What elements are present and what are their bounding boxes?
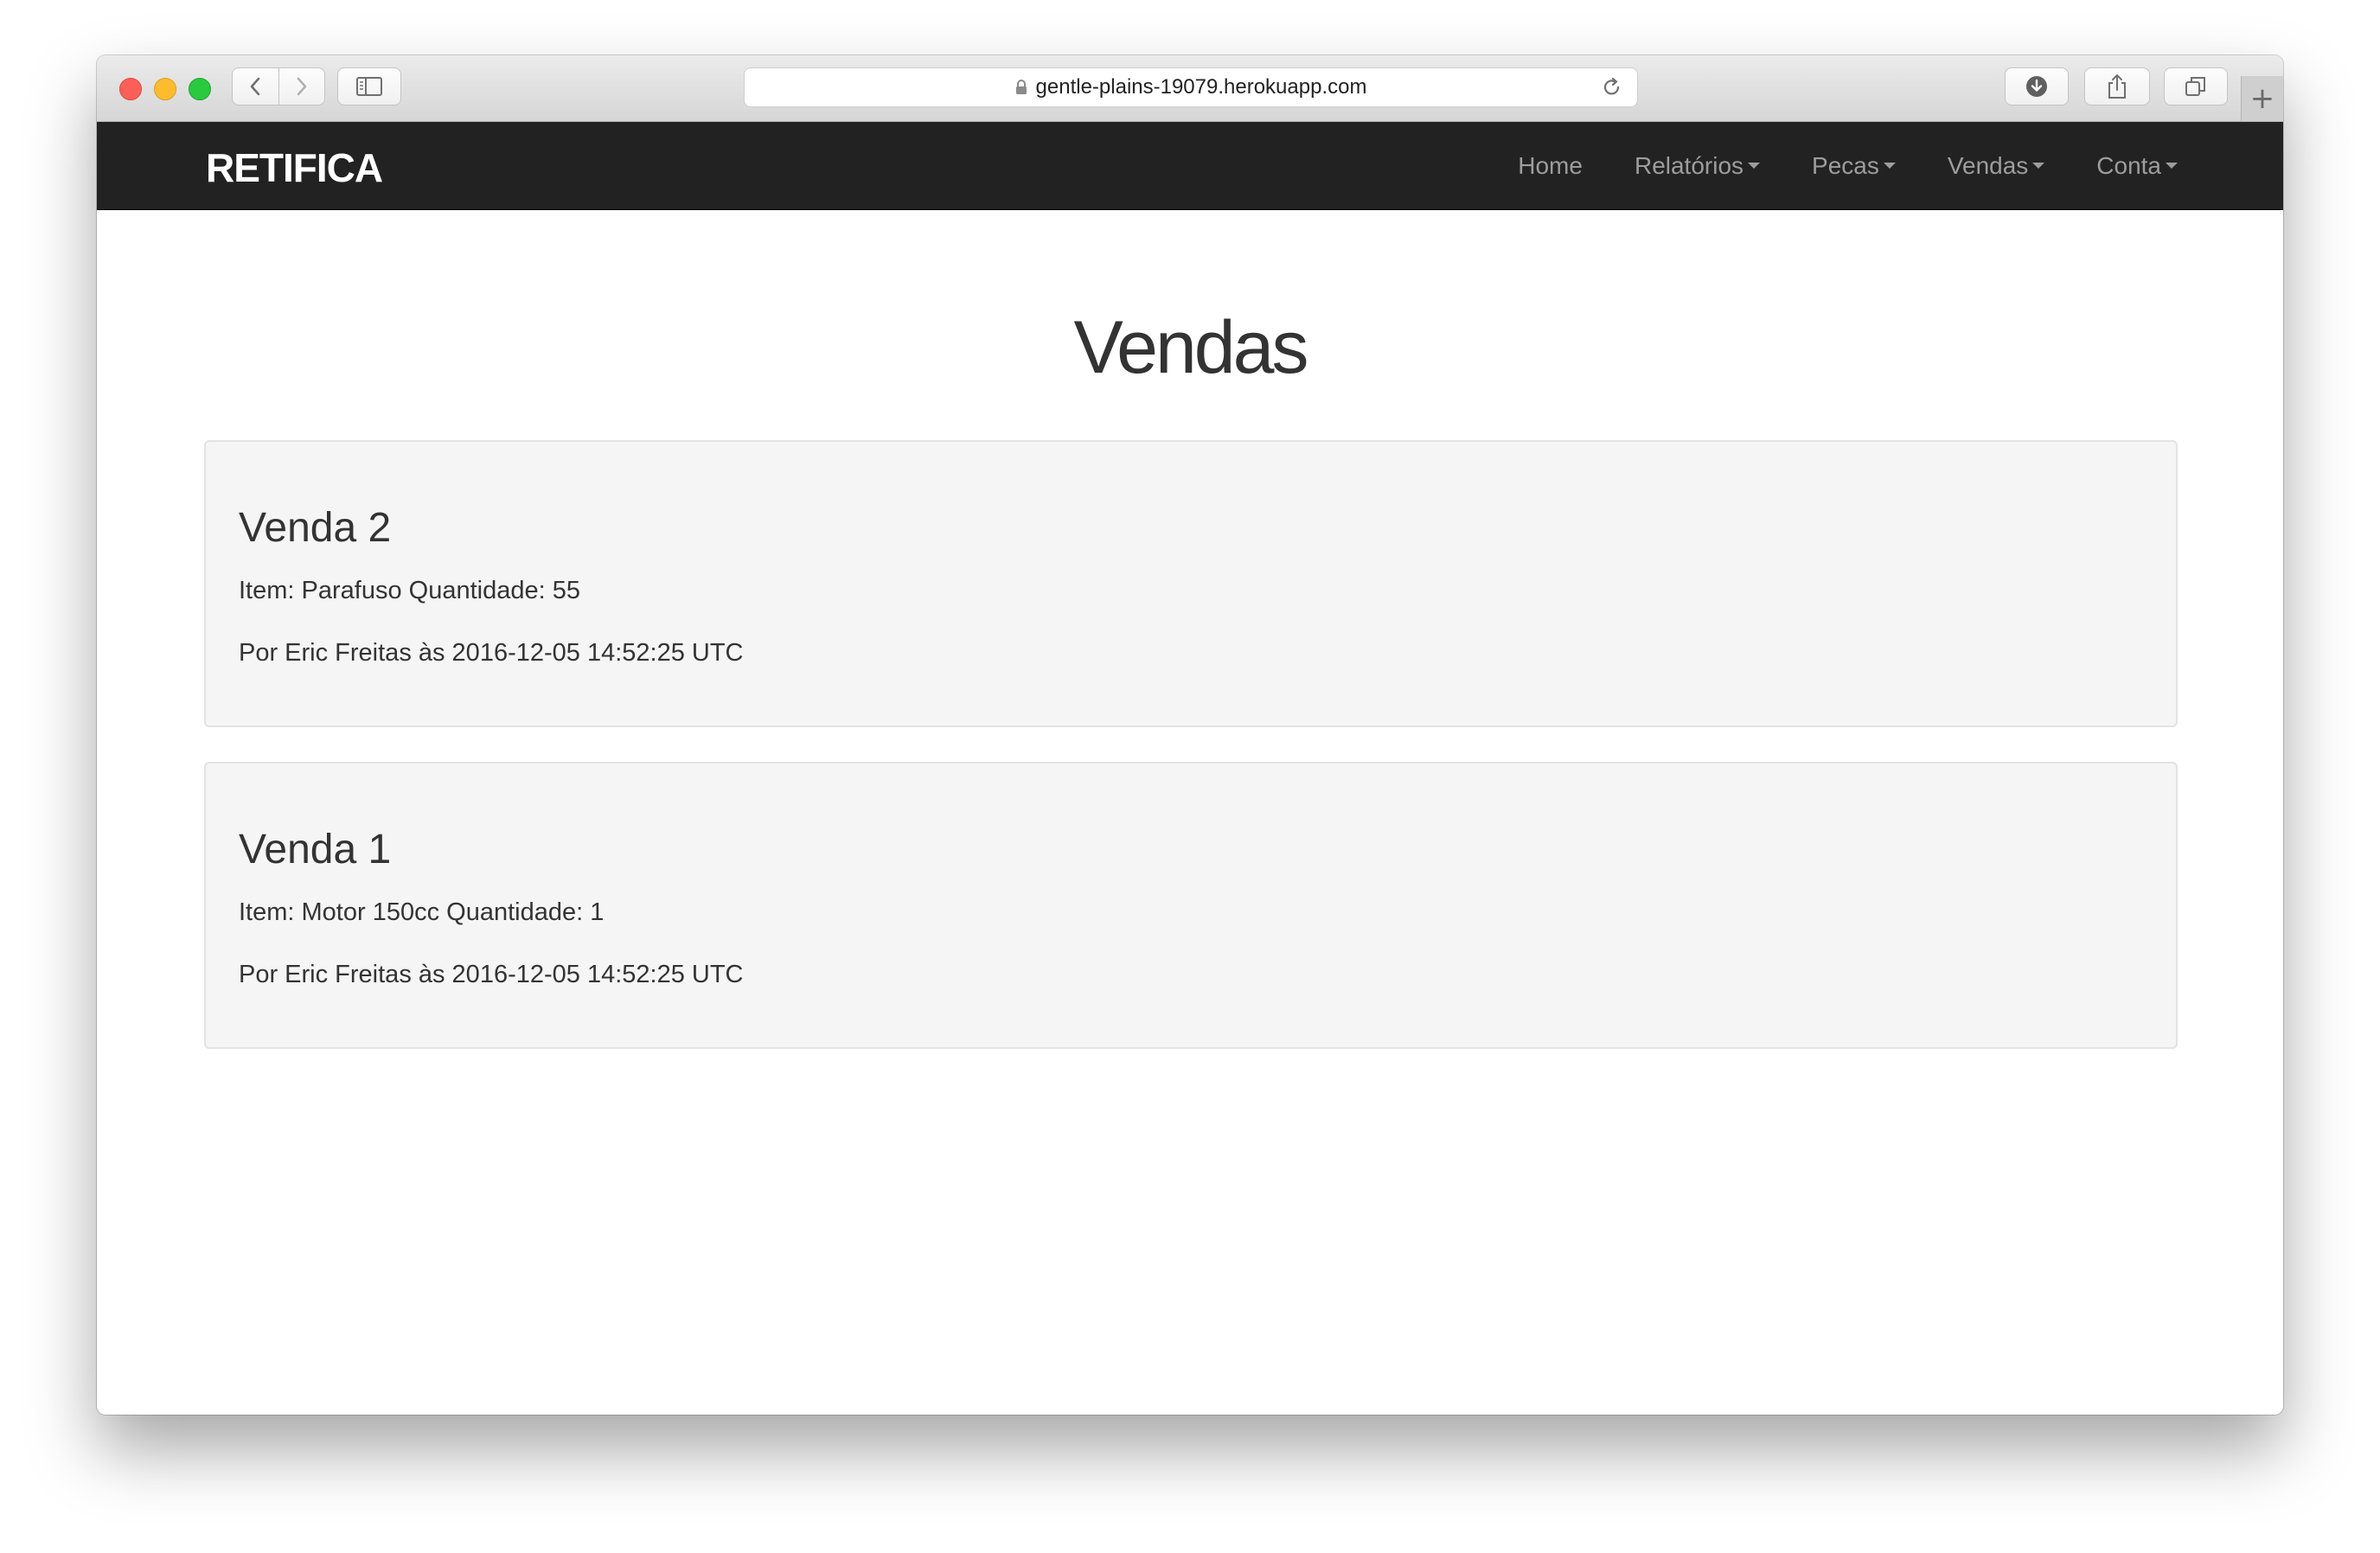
nav-item-vendas[interactable]: Vendas bbox=[1947, 151, 2045, 180]
nav-item-label: Pecas bbox=[1812, 151, 1879, 179]
page-title: Vendas bbox=[1073, 306, 1309, 389]
sidebar-icon bbox=[356, 77, 382, 96]
back-button[interactable] bbox=[233, 68, 278, 105]
minimize-window-button[interactable] bbox=[154, 78, 176, 100]
screen: gentle-plains-19079.herokuapp.com + RETI… bbox=[0, 0, 2380, 1553]
close-window-button[interactable] bbox=[119, 78, 142, 100]
nav-item-label: Conta bbox=[2096, 151, 2161, 179]
chevron-right-icon bbox=[297, 77, 306, 96]
share-icon bbox=[2108, 74, 2126, 99]
nav-item-relatorios[interactable]: Relatórios bbox=[1634, 151, 1761, 180]
zoom-window-button[interactable] bbox=[189, 78, 211, 100]
sale-title: Venda 1 bbox=[239, 827, 392, 872]
new-tab-button[interactable]: + bbox=[2241, 76, 2283, 121]
sale-card: Venda 1 Item: Motor 150cc Quantidade: 1 … bbox=[204, 762, 2178, 1049]
caret-down-icon bbox=[1883, 163, 1896, 169]
site-navbar: RETIFICA Home Relatórios Pecas Vendas Co… bbox=[97, 122, 2283, 210]
browser-window: gentle-plains-19079.herokuapp.com + RETI… bbox=[97, 55, 2283, 1415]
brand-logo[interactable]: RETIFICA bbox=[206, 144, 383, 191]
sale-by-line: Por Eric Freitas às 2016-12-05 14:52:25 … bbox=[239, 961, 744, 988]
download-icon bbox=[2026, 76, 2047, 97]
caret-down-icon bbox=[2032, 163, 2045, 169]
caret-down-icon bbox=[1748, 163, 1761, 169]
history-nav bbox=[232, 67, 325, 105]
url-text: gentle-plains-19079.herokuapp.com bbox=[1035, 75, 1367, 99]
sale-item-line: Item: Motor 150cc Quantidade: 1 bbox=[239, 898, 605, 926]
lock-icon bbox=[1015, 80, 1027, 95]
nav-item-pecas[interactable]: Pecas bbox=[1812, 152, 1896, 180]
nav-menu: Home Relatórios Pecas Vendas Conta bbox=[1466, 122, 2178, 209]
address-bar[interactable]: gentle-plains-19079.herokuapp.com bbox=[744, 67, 1638, 107]
sale-by-line: Por Eric Freitas às 2016-12-05 14:52:25 … bbox=[239, 639, 744, 667]
tabs-overview-button[interactable] bbox=[2164, 67, 2228, 105]
sale-item-line: Item: Parafuso Quantidade: 55 bbox=[239, 577, 580, 604]
chevron-left-icon bbox=[251, 77, 260, 96]
forward-button[interactable] bbox=[278, 68, 325, 105]
caret-down-icon bbox=[2166, 163, 2178, 169]
nav-item-label: Home bbox=[1518, 151, 1583, 179]
sale-card: Venda 2 Item: Parafuso Quantidade: 55 Po… bbox=[204, 440, 2178, 727]
downloads-button[interactable] bbox=[2005, 67, 2069, 105]
share-button[interactable] bbox=[2084, 67, 2150, 105]
nav-item-label: Vendas bbox=[1947, 151, 2029, 179]
nav-item-home[interactable]: Home bbox=[1518, 152, 1583, 180]
nav-item-label: Relatórios bbox=[1634, 151, 1744, 179]
reload-icon[interactable] bbox=[1601, 76, 1623, 105]
sidebar-toggle-button[interactable] bbox=[337, 67, 401, 105]
tabs-icon bbox=[2185, 77, 2205, 96]
nav-item-conta[interactable]: Conta bbox=[2096, 152, 2178, 180]
sale-title: Venda 2 bbox=[239, 505, 392, 551]
browser-toolbar: gentle-plains-19079.herokuapp.com + bbox=[97, 55, 2283, 122]
